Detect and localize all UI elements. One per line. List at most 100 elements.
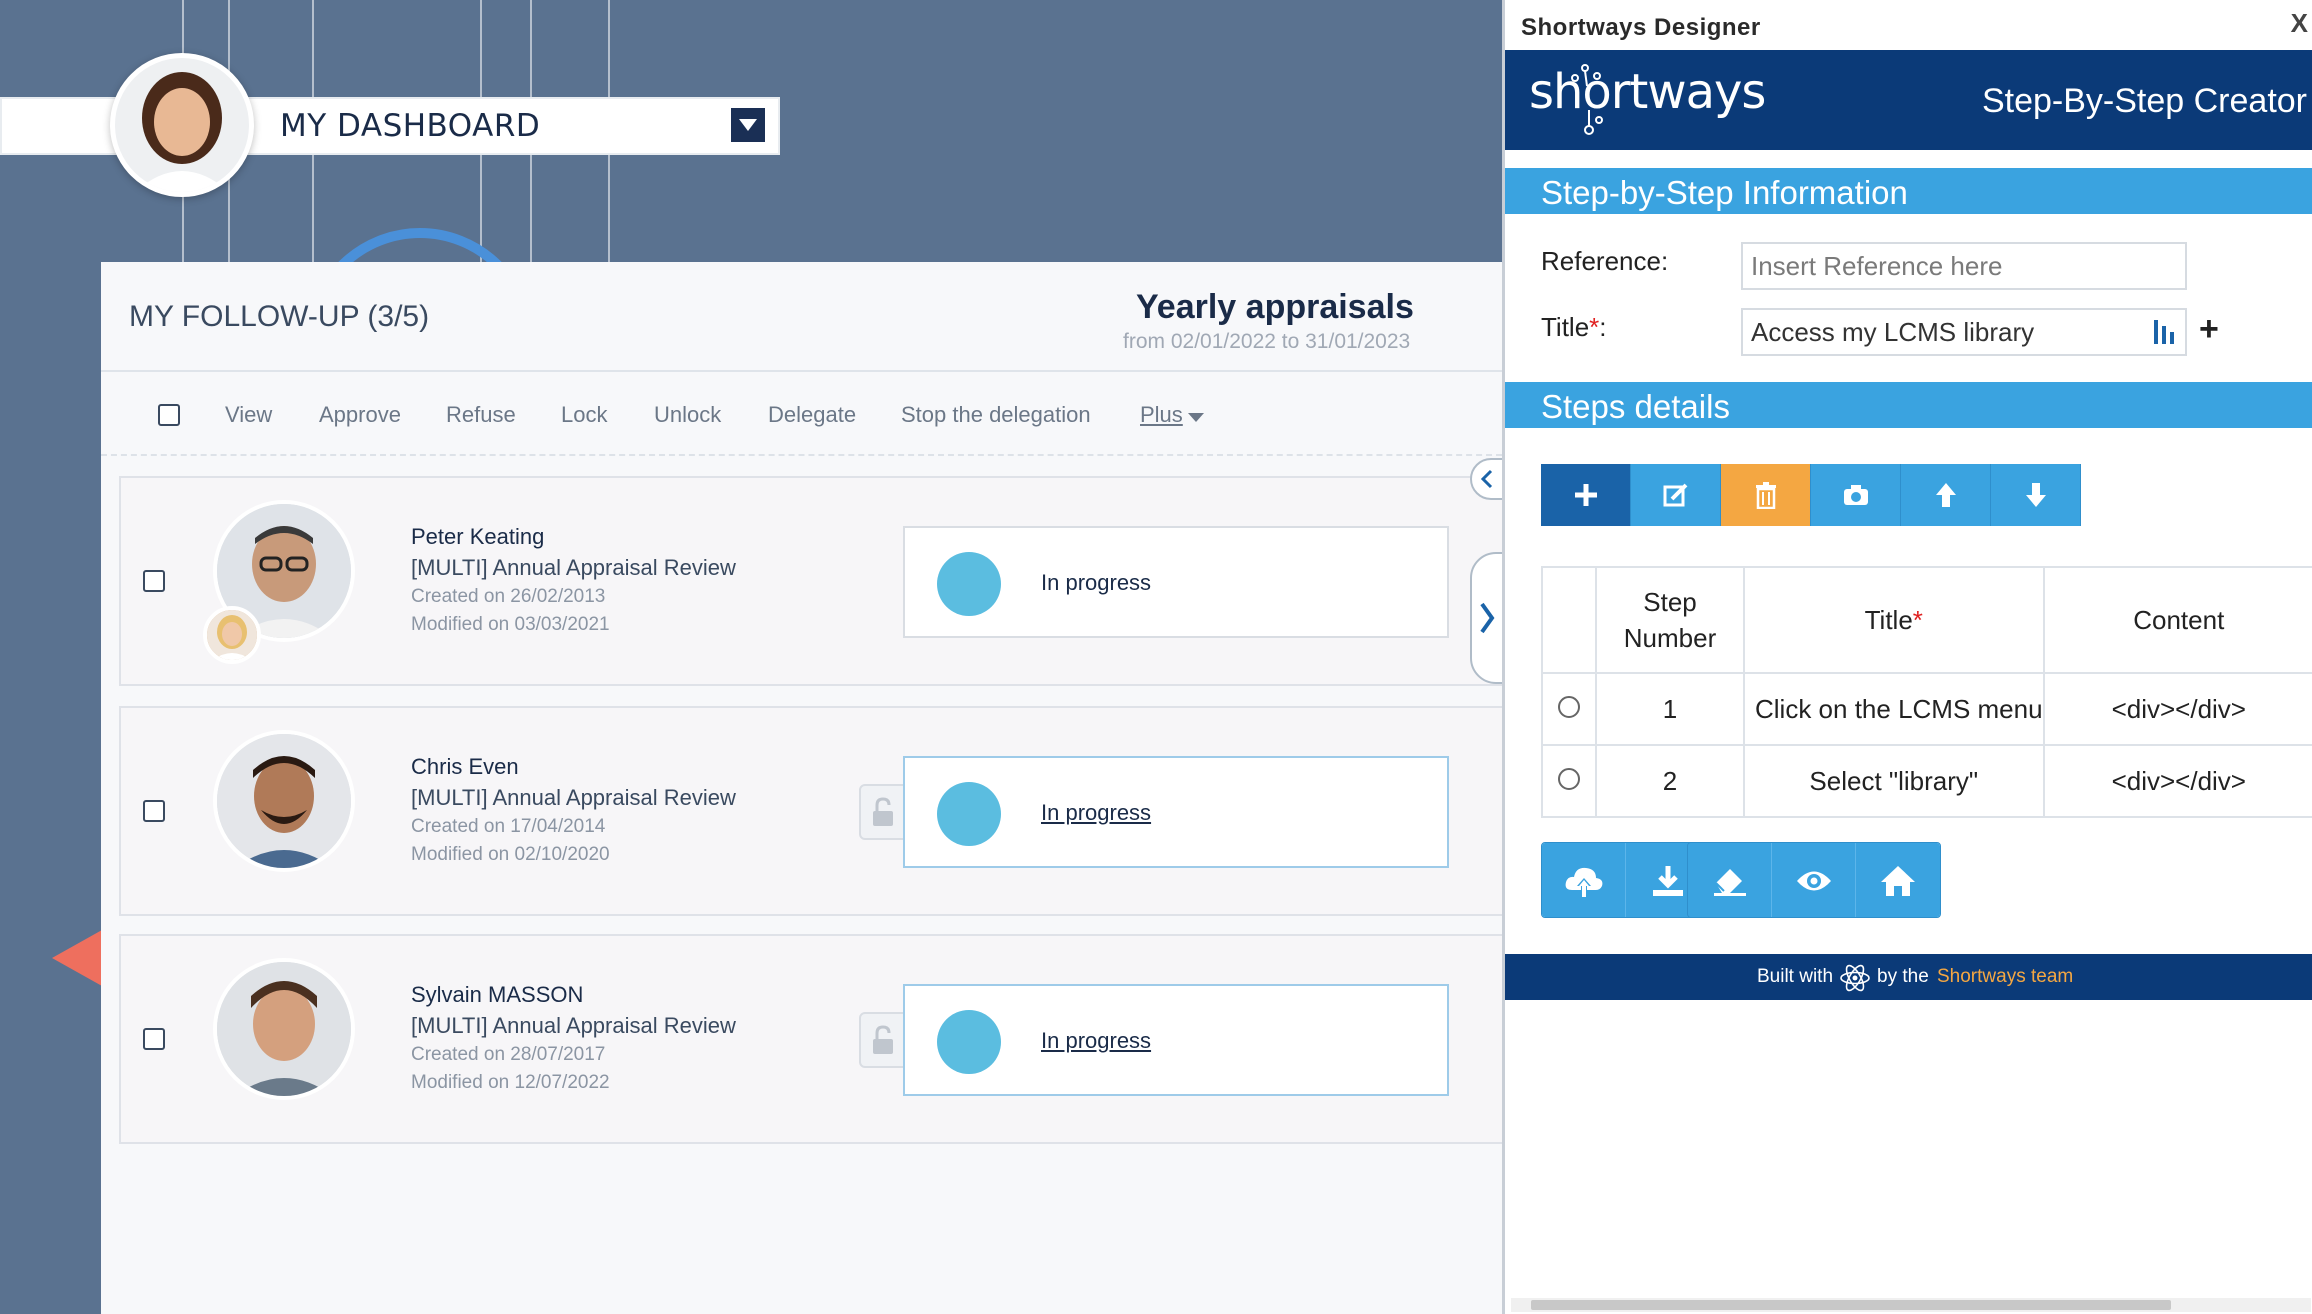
- row-select-cell[interactable]: [1541, 672, 1597, 746]
- designer-footer: Built with by the Shortways team: [1505, 954, 2312, 1000]
- campaign-title: Yearly appraisals: [1136, 288, 1414, 326]
- approve-action[interactable]: Approve: [319, 402, 401, 428]
- translate-icon[interactable]: [2152, 318, 2176, 346]
- screenshot-button[interactable]: [1811, 464, 1901, 526]
- view-tools-group: [1687, 842, 1941, 918]
- required-marker: *: [1589, 312, 1600, 342]
- title-label: Title*:: [1541, 312, 1607, 343]
- delegate-action[interactable]: Delegate: [768, 402, 856, 428]
- chevron-down-icon: [739, 119, 757, 131]
- arrow-up-icon: [1935, 483, 1956, 507]
- plus-icon: [1574, 484, 1597, 506]
- move-up-button[interactable]: [1901, 464, 1991, 526]
- chevron-left-icon: [1481, 469, 1493, 489]
- footer-built-with: Built with: [1757, 966, 1834, 987]
- home-icon: [1881, 866, 1915, 896]
- footer-by-the: by the: [1877, 966, 1929, 987]
- shortways-designer-window: Shortways Designer X shortways Step-By-S…: [1502, 0, 2312, 1314]
- atom-icon: [1840, 964, 1870, 992]
- panel-header: MY FOLLOW-UP (3/5) Yearly appraisals fro…: [101, 262, 1502, 372]
- home-button[interactable]: [1856, 843, 1940, 917]
- step-number-cell: 2: [1595, 744, 1745, 818]
- status-link[interactable]: In progress: [1041, 1028, 1151, 1054]
- status-box[interactable]: In progress: [903, 984, 1449, 1096]
- row-select-cell[interactable]: [1541, 744, 1597, 818]
- unlock-action[interactable]: Unlock: [654, 402, 721, 428]
- preview-button[interactable]: [1772, 843, 1856, 917]
- section-steps-title: Steps details: [1541, 388, 1730, 425]
- footer-team-link[interactable]: Shortways team: [1937, 966, 2073, 988]
- dashboard-app: MY DASHBOARD MY FOLLOW-UP (3/5) Yearly a…: [0, 0, 1502, 1314]
- select-all-checkbox[interactable]: [158, 404, 180, 426]
- followup-title: MY FOLLOW-UP (3/5): [129, 300, 430, 333]
- add-title-button[interactable]: +: [2199, 310, 2219, 349]
- shortways-logo: shortways: [1529, 64, 1766, 120]
- action-toolbar: View Approve Refuse Lock Unlock Delegate…: [101, 374, 1502, 456]
- stop-delegation-action[interactable]: Stop the delegation: [901, 402, 1091, 428]
- row-checkbox[interactable]: [143, 1028, 165, 1050]
- list-item[interactable]: Sylvain MASSON [MULTI] Annual Appraisal …: [119, 934, 1502, 1144]
- eye-icon: [1796, 871, 1831, 891]
- campaign-range: from 02/01/2022 to 31/01/2023: [1123, 330, 1411, 353]
- avatar[interactable]: [110, 53, 254, 197]
- arrow-down-icon: [2025, 483, 2046, 507]
- cloud-upload-icon: [1565, 867, 1602, 897]
- list-item[interactable]: Peter Keating [MULTI] Annual Appraisal R…: [119, 476, 1502, 686]
- modified-date: Modified on 02/10/2020: [411, 844, 610, 865]
- dashboard-title: MY DASHBOARD: [280, 108, 541, 144]
- step-title-cell: Click on the LCMS menu: [1743, 672, 2045, 746]
- created-date: Created on 28/07/2017: [411, 1044, 606, 1065]
- erase-button[interactable]: [1688, 843, 1772, 917]
- status-box[interactable]: In progress: [903, 756, 1449, 868]
- horizontal-scrollbar[interactable]: [1511, 1298, 2311, 1312]
- table-header-row: Step Number Title* Content: [1541, 566, 2312, 674]
- avatar: [203, 606, 261, 664]
- close-button[interactable]: X: [2291, 8, 2308, 39]
- designer-subtitle: Step-By-Step Creator: [1981, 82, 2307, 120]
- title-input[interactable]: [1741, 308, 2187, 356]
- employee-name[interactable]: Peter Keating: [411, 524, 544, 550]
- decor-triangle: [52, 930, 102, 986]
- camera-icon: [1843, 485, 1868, 505]
- created-date: Created on 17/04/2014: [411, 816, 606, 837]
- lock-action[interactable]: Lock: [561, 402, 607, 428]
- row-checkbox[interactable]: [143, 570, 165, 592]
- unlock-icon: [873, 797, 893, 826]
- table-row[interactable]: 2 Select "library" <div></div>: [1541, 744, 2312, 818]
- status-indicator: [937, 782, 1001, 846]
- modified-date: Modified on 03/03/2021: [411, 614, 610, 635]
- download-icon: [1653, 866, 1683, 896]
- employee-name[interactable]: Chris Even: [411, 754, 519, 780]
- table-row[interactable]: 1 Click on the LCMS menu <div></div>: [1541, 672, 2312, 746]
- review-title: [MULTI] Annual Appraisal Review: [411, 555, 736, 580]
- scrollbar-thumb[interactable]: [1531, 1300, 2171, 1310]
- delete-step-button[interactable]: [1721, 464, 1811, 526]
- status-label: In progress: [1041, 570, 1152, 595]
- section-info-bar: Step-by-Step Information: [1505, 168, 2312, 214]
- import-export-group: [1541, 842, 1711, 918]
- followup-panel: MY FOLLOW-UP (3/5) Yearly appraisals fro…: [101, 262, 1502, 1314]
- designer-header: shortways Step-By-Step Creator: [1505, 50, 2312, 150]
- list-item[interactable]: Chris Even [MULTI] Annual Appraisal Revi…: [119, 706, 1502, 916]
- edit-step-button[interactable]: [1631, 464, 1721, 526]
- row-checkbox[interactable]: [143, 800, 165, 822]
- row-radio[interactable]: [1558, 695, 1580, 718]
- status-indicator: [937, 552, 1001, 616]
- title-label-text: Title: [1541, 312, 1590, 342]
- status-box[interactable]: In progress: [903, 526, 1449, 638]
- refuse-action[interactable]: Refuse: [446, 402, 516, 428]
- employee-name[interactable]: Sylvain MASSON: [411, 982, 583, 1008]
- move-down-button[interactable]: [1991, 464, 2081, 526]
- upload-button[interactable]: [1542, 843, 1626, 917]
- step-number-cell: 1: [1595, 672, 1745, 746]
- plus-menu[interactable]: Plus: [1140, 402, 1183, 428]
- expand-panel-button[interactable]: [1470, 552, 1502, 684]
- status-link[interactable]: In progress: [1041, 800, 1151, 826]
- edit-icon: [1663, 483, 1687, 507]
- reference-input[interactable]: [1741, 242, 2187, 290]
- view-action[interactable]: View: [225, 402, 272, 428]
- add-step-button[interactable]: [1541, 464, 1631, 526]
- dashboard-dropdown-button[interactable]: [731, 108, 765, 142]
- row-radio[interactable]: [1558, 767, 1580, 790]
- table-header-step-number: Step Number: [1595, 566, 1745, 674]
